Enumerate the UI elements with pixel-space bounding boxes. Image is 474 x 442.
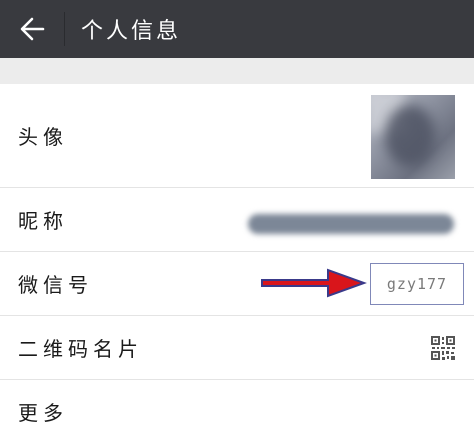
avatar-figure	[385, 105, 435, 167]
qr-code-icon	[431, 336, 455, 360]
avatar-label: 头像	[18, 125, 68, 149]
more-label: 更多	[18, 400, 68, 425]
nickname-label: 昵称	[18, 209, 68, 233]
avatar[interactable]	[371, 95, 455, 179]
wechat-id-highlight-box: gzy177	[370, 263, 464, 305]
nickname-value-redacted	[248, 214, 454, 234]
profile-row-more[interactable]: 更多	[0, 380, 474, 442]
page-title: 个人信息	[81, 19, 182, 44]
profile-row-wechat-id[interactable]: 微信号 gzy177	[0, 252, 474, 316]
profile-row-avatar[interactable]: 头像	[0, 84, 474, 188]
profile-list: 头像 昵称 微信号 gzy177 二维码名片 更多	[0, 84, 474, 442]
back-button[interactable]	[0, 0, 64, 58]
profile-row-nickname[interactable]: 昵称	[0, 188, 474, 252]
section-gap	[0, 58, 474, 84]
header-divider	[64, 12, 65, 46]
profile-row-qr-code[interactable]: 二维码名片	[0, 316, 474, 380]
wechat-id-label: 微信号	[18, 273, 93, 297]
wechat-id-value: gzy177	[386, 275, 448, 293]
app-bar: 个人信息	[0, 0, 474, 58]
red-arrow-annotation	[261, 268, 367, 298]
qr-code-label: 二维码名片	[18, 337, 143, 361]
arrow-left-icon	[20, 17, 45, 41]
